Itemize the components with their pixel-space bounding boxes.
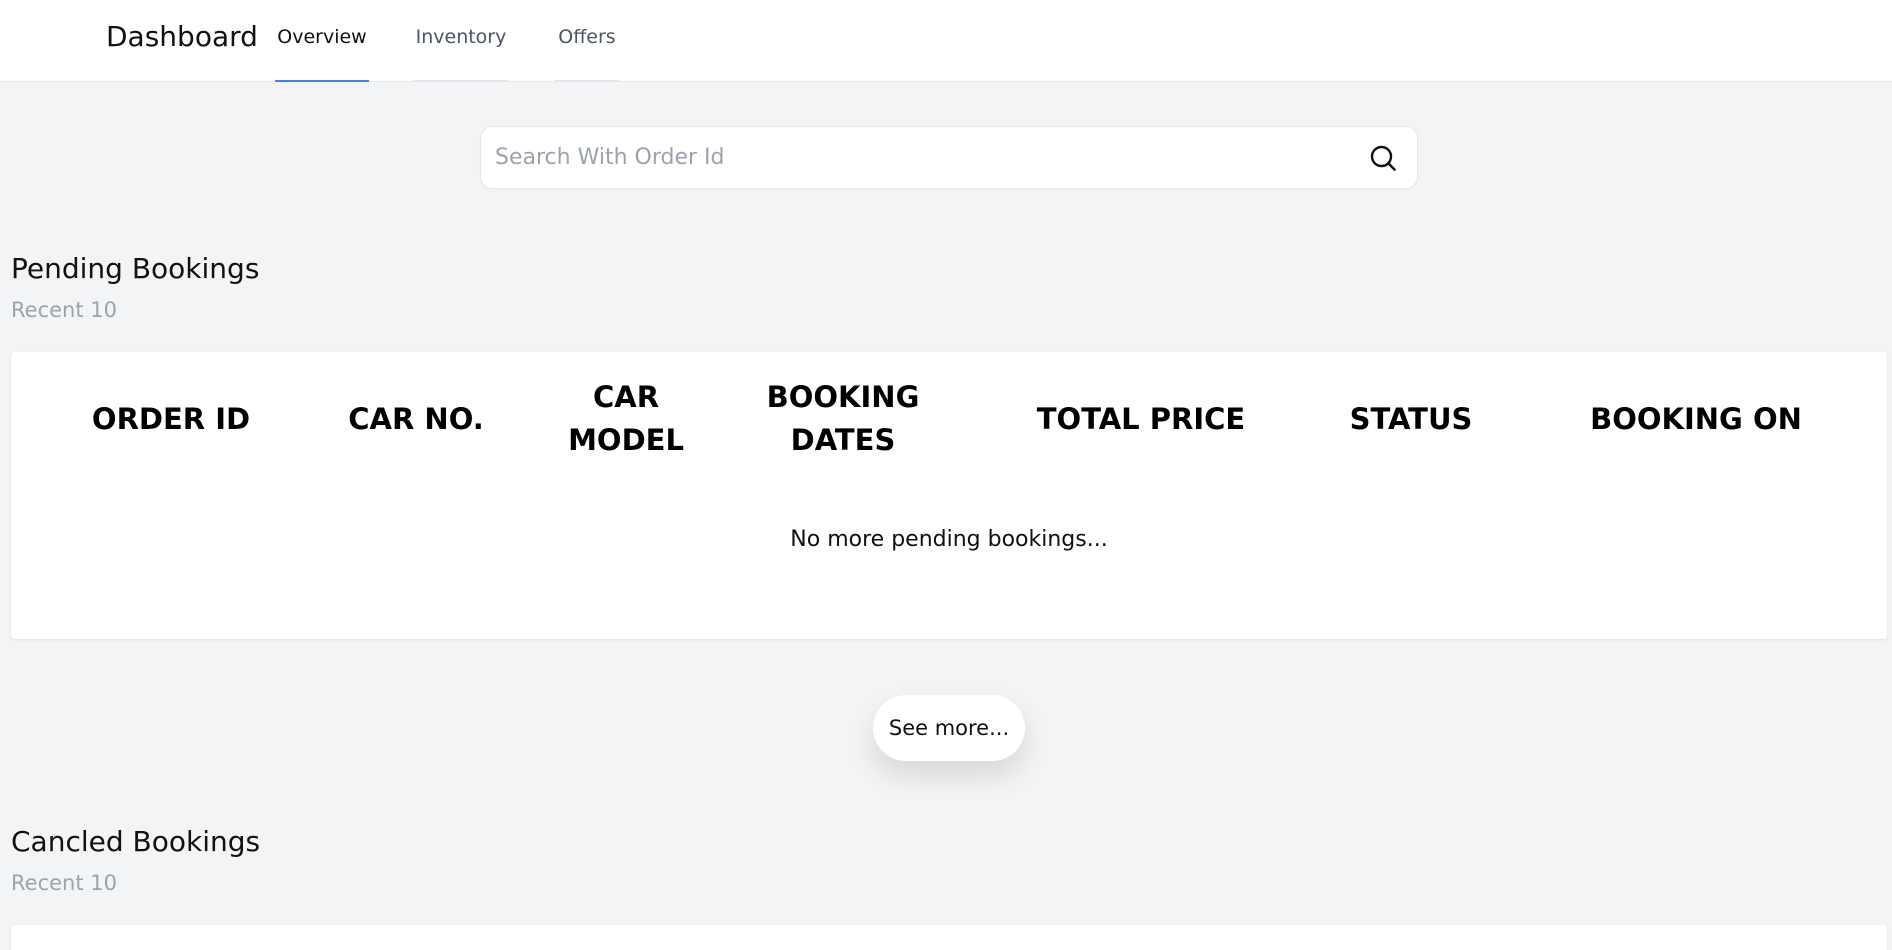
column-header-status: STATUS [1349,401,1473,436]
search-icon[interactable] [1369,144,1397,172]
column-header-car-no: CAR NO. [348,401,484,436]
tab-inventory[interactable]: Inventory [413,0,509,82]
pending-bookings-title: Pending Bookings [11,252,260,285]
column-header-booking-dates: BOOKING DATES [766,380,920,457]
column-header-total-price: TOTAL PRICE [1036,401,1246,436]
search-bar [480,126,1418,189]
see-more-button[interactable]: See more... [873,695,1025,761]
canceled-bookings-subtitle: Recent 10 [11,871,117,895]
brand-title: Dashboard [106,20,258,53]
top-nav: Dashboard Overview Inventory Offers [0,0,1892,82]
column-header-order-id: ORDER ID [91,401,251,436]
pending-bookings-table: ORDER ID CAR NO. CAR MODEL BOOKING DATES… [11,352,1887,639]
canceled-bookings-table [11,925,1887,950]
canceled-bookings-title: Cancled Bookings [11,825,261,858]
column-header-car-model: CAR MODEL [568,380,684,457]
search-input[interactable] [495,127,1335,188]
column-header-booking-on: BOOKING ON [1590,401,1802,436]
pending-bookings-subtitle: Recent 10 [11,298,117,322]
empty-state-message: No more pending bookings... [790,527,1108,552]
tab-offers[interactable]: Offers [554,0,620,82]
tab-overview[interactable]: Overview [275,0,369,82]
